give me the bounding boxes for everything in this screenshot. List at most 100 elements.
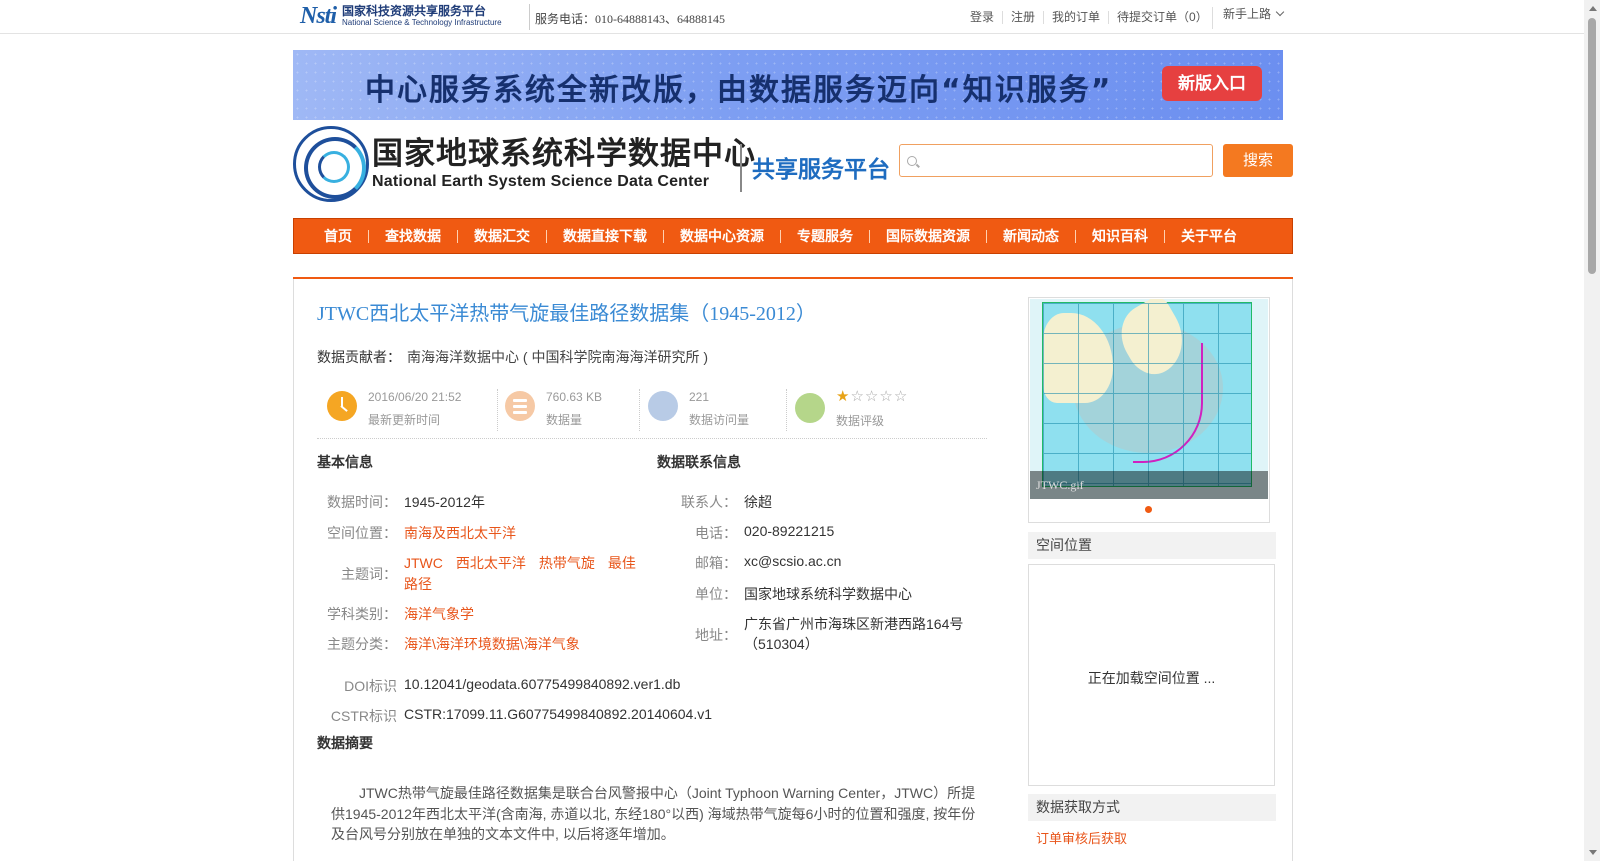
clock-icon — [327, 391, 357, 421]
nsti-logo-cn: 国家科技资源共享服务平台 — [342, 4, 487, 18]
discipline-label: 学科类别： — [327, 606, 397, 622]
star-icon: ☆ — [893, 388, 909, 405]
my-orders-link[interactable]: 我的订单 — [1043, 11, 1108, 24]
spatial-label: 空间位置： — [327, 525, 397, 541]
divider — [786, 389, 787, 431]
nav-about[interactable]: 关于平台 — [1164, 229, 1253, 243]
stat-updated: 2016/06/20 21:52 最新更新时间 — [327, 387, 487, 431]
keywords-list: JTWC 西北太平洋 热带气旋 最佳 — [404, 553, 649, 573]
dataset-image-carousel: JTWC.gif — [1028, 297, 1270, 523]
contact-phone-value: 020-89221215 — [744, 523, 835, 539]
contact-address-line2: （510304） — [744, 636, 819, 652]
category-label: 主题分类： — [327, 636, 397, 652]
nav-news[interactable]: 新闻动态 — [986, 229, 1075, 243]
nav-center-resources[interactable]: 数据中心资源 — [663, 229, 780, 243]
nav-home[interactable]: 首页 — [310, 229, 368, 243]
data-time-value: 1945-2012年 — [404, 494, 485, 510]
star-icon: ☆ — [850, 388, 865, 405]
data-center-title: 国家地球系统科学数据中心 National Earth System Scien… — [372, 136, 756, 192]
new-version-button[interactable]: 新版入口 — [1162, 66, 1262, 101]
nsti-logo-mark: Nsti — [300, 2, 337, 29]
contact-unit-value: 国家地球系统科学数据中心 — [744, 586, 912, 602]
stat-visits: 221 数据访问量 — [648, 387, 778, 431]
contact-email-label: 邮箱： — [695, 555, 737, 571]
announcement-banner[interactable]: 中心服务系统全新改版，由数据服务迈向“知识服务” 新版入口 — [293, 50, 1283, 120]
data-time-label: 数据时间： — [327, 494, 397, 510]
newbie-guide-dropdown[interactable]: 新手上路 — [1212, 7, 1285, 29]
contact-info-heading: 数据联系信息 — [657, 454, 741, 470]
scrollbar-thumb[interactable] — [1588, 18, 1596, 274]
spatial-location-heading: 空间位置 — [1028, 532, 1276, 559]
search-box — [899, 144, 1213, 177]
discipline-link[interactable]: 海洋气象学 — [404, 604, 474, 624]
pending-orders-link[interactable]: 待提交订单（0） — [1108, 11, 1216, 24]
acquire-method-heading: 数据获取方式 — [1028, 794, 1276, 821]
keyword-link[interactable]: 最佳 — [608, 555, 636, 571]
keyword-link[interactable]: 热带气旋 — [539, 555, 595, 571]
abstract-heading: 数据摘要 — [317, 735, 373, 751]
doi-value: 10.12041/geodata.60775499840892.ver1.db — [404, 676, 681, 692]
data-center-name-en: National Earth System Science Data Cente… — [372, 173, 710, 190]
contact-email-value: xc@scsio.ac.cn — [744, 553, 842, 569]
visits-label: 数据访问量 — [689, 413, 750, 427]
search-icon — [907, 156, 917, 166]
typhoon-track-map-image[interactable]: JTWC.gif — [1030, 299, 1268, 499]
image-caption: JTWC.gif — [1030, 471, 1268, 499]
updated-value: 2016/06/20 21:52 — [368, 390, 462, 404]
dataset-title: JTWC西北太平洋热带气旋最佳路径数据集（1945-2012） — [317, 303, 816, 325]
divider — [497, 389, 498, 431]
data-center-name-cn: 国家地球系统科学数据中心 — [372, 136, 756, 171]
spatial-loading-text: 正在加载空间位置 ... — [1087, 670, 1216, 686]
divider — [740, 144, 742, 192]
dataset-contributor: 数据贡献者： 南海海洋数据中心 ( 中国科学院南海海洋研究所 ) — [317, 347, 708, 367]
register-link[interactable]: 注册 — [1002, 11, 1043, 24]
scroll-down-arrow-icon[interactable] — [1589, 850, 1597, 855]
scroll-up-arrow-icon[interactable] — [1589, 6, 1597, 11]
contributor-value: 南海海洋数据中心 ( 中国科学院南海海洋研究所 ) — [407, 349, 708, 365]
doi-label: DOI标识 — [344, 678, 397, 694]
divider — [639, 389, 640, 431]
cstr-value: CSTR:17099.11.G60775499840892.20140604.v… — [404, 706, 712, 722]
stat-size: 760.63 KB 数据量 — [505, 387, 635, 431]
contact-address-label: 地址： — [695, 627, 737, 643]
acquire-method-link[interactable]: 订单审核后获取 — [1036, 828, 1127, 847]
page-scrollbar[interactable] — [1584, 0, 1600, 861]
rating-stars: ★☆☆☆☆ — [836, 387, 908, 405]
keyword-link[interactable]: JTWC — [404, 555, 443, 571]
banner-text: 中心服务系统全新改版，由数据服务迈向“知识服务” — [365, 73, 1113, 108]
nav-find-data[interactable]: 查找数据 — [368, 229, 457, 243]
contact-person-value: 徐超 — [744, 494, 772, 510]
nav-knowledge[interactable]: 知识百科 — [1075, 229, 1164, 243]
cursor-icon — [648, 391, 678, 421]
visits-value: 221 — [689, 390, 710, 404]
newbie-guide-label: 新手上路 — [1223, 7, 1272, 21]
star-icon: ★ — [836, 388, 851, 405]
keyword-link[interactable]: 西北太平洋 — [456, 555, 526, 571]
search-button[interactable]: 搜索 — [1223, 144, 1293, 177]
size-value: 760.63 KB — [546, 390, 603, 404]
top-bar: Nsti 国家科技资源共享服务平台 National Science & Tec… — [0, 0, 1584, 34]
carousel-dot[interactable] — [1145, 506, 1152, 513]
keyword-link[interactable]: 路径 — [404, 574, 432, 594]
nav-direct-download[interactable]: 数据直接下载 — [546, 229, 663, 243]
nsti-logo[interactable]: Nsti 国家科技资源共享服务平台 National Science & Tec… — [300, 2, 524, 30]
service-phone: 服务电话：010-64888143、64888145 — [535, 12, 725, 26]
category-link[interactable]: 海洋\海洋环境数据\海洋气象 — [404, 634, 580, 654]
nav-data-submission[interactable]: 数据汇交 — [457, 229, 546, 243]
spatial-value-link[interactable]: 南海及西北太平洋 — [404, 523, 516, 543]
platform-title: 共享服务平台 — [752, 156, 890, 182]
abstract-text: JTWC热带气旋最佳路径数据集是联合台风警报中心（Joint Typhoon W… — [331, 785, 976, 842]
search-input[interactable] — [924, 149, 1204, 173]
contact-person-label: 联系人： — [681, 494, 737, 510]
dataset-stats: 2016/06/20 21:52 最新更新时间 760.63 KB 数据量 22… — [317, 383, 987, 439]
nsti-logo-en: National Science & Technology Infrastruc… — [342, 18, 502, 27]
nav-special-services[interactable]: 专题服务 — [780, 229, 869, 243]
spatial-map-panel[interactable]: 正在加载空间位置 ... — [1028, 564, 1275, 786]
basic-info-heading: 基本信息 — [317, 454, 373, 470]
divider — [529, 4, 530, 30]
data-center-logo-icon[interactable] — [293, 126, 369, 202]
nav-international-data[interactable]: 国际数据资源 — [869, 229, 986, 243]
chevron-down-icon — [1275, 7, 1285, 17]
login-link[interactable]: 登录 — [962, 11, 1002, 24]
contact-unit-label: 单位： — [695, 586, 737, 602]
